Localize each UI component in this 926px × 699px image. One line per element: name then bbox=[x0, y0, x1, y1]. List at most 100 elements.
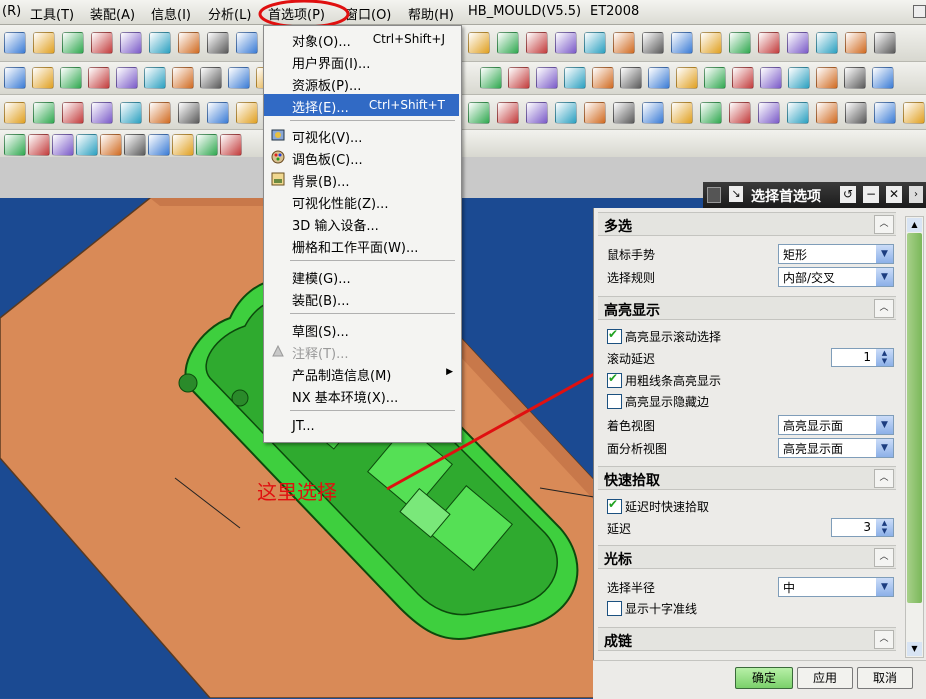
collapse-icon[interactable]: ︿ bbox=[874, 548, 894, 567]
section-title: 光标 bbox=[604, 552, 632, 568]
menu-item-jt[interactable]: JT... bbox=[264, 416, 459, 438]
menu-item-palette[interactable]: 调色板(C)... bbox=[264, 146, 459, 168]
preferences-menu: 对象(O)... Ctrl+Shift+J 用户界面(I)... 资源板(P).… bbox=[263, 25, 462, 443]
cancel-button[interactable]: 取消 bbox=[857, 667, 913, 689]
collapse-icon[interactable]: ︿ bbox=[874, 630, 894, 649]
menu-item-label: 3D 输入设备... bbox=[292, 219, 379, 234]
highlight-hidden-edges-label: 高亮显示隐藏边 bbox=[625, 395, 710, 409]
menu-item-visualization[interactable]: 可视化(V)... bbox=[264, 124, 459, 146]
scroll-right-icon[interactable]: › bbox=[909, 186, 923, 203]
select-radius-label: 选择半径 bbox=[607, 581, 656, 595]
menu-item-visual-performance[interactable]: 可视化性能(Z)... bbox=[264, 190, 459, 212]
qp-delay-spinner[interactable]: 3 ▲ ▼ bbox=[831, 518, 894, 537]
visualization-icon bbox=[270, 127, 286, 143]
menu-separator bbox=[290, 260, 455, 261]
menu-item-sketch[interactable]: 草图(S)... bbox=[264, 318, 459, 340]
face-analysis-select[interactable]: 高亮显示面 ▼ bbox=[778, 438, 894, 458]
section-chain[interactable]: 成链 ︿ bbox=[598, 627, 896, 651]
mouse-gesture-select[interactable]: 矩形 ▼ bbox=[778, 244, 894, 264]
menu-item-pmi[interactable]: 产品制造信息(M) ▶ bbox=[264, 362, 459, 384]
menu-item-label: 装配(B)... bbox=[292, 294, 350, 309]
face-analysis-label: 面分析视图 bbox=[607, 442, 668, 456]
section-multi-select[interactable]: 多选 ︿ bbox=[598, 212, 896, 236]
select-value: 内部/交叉 bbox=[783, 271, 836, 285]
menu-item-label: 可视化(V)... bbox=[292, 131, 363, 146]
menu-item-label: 注释(T)... bbox=[292, 347, 349, 362]
select-value: 矩形 bbox=[783, 248, 808, 262]
menu-item-selection[interactable]: 选择(E)... Ctrl+Shift+T bbox=[264, 94, 459, 116]
menu-item-label: 调色板(C)... bbox=[292, 153, 363, 168]
quick-pick-delay-checkbox[interactable] bbox=[607, 497, 622, 514]
qp-delay-label: 延迟 bbox=[607, 522, 632, 536]
crosshair-checkbox[interactable] bbox=[607, 601, 622, 616]
scrollbar-thumb[interactable] bbox=[907, 233, 922, 603]
menu-separator bbox=[290, 120, 455, 121]
menu-item-label: 可视化性能(Z)... bbox=[292, 197, 389, 212]
chevron-down-icon[interactable]: ▼ bbox=[876, 578, 893, 596]
minimize-icon[interactable]: − bbox=[863, 186, 879, 203]
section-quick-pick[interactable]: 快速拾取 ︿ bbox=[598, 466, 896, 490]
menu-separator bbox=[290, 410, 455, 411]
select-rule-select[interactable]: 内部/交叉 ▼ bbox=[778, 267, 894, 287]
spinner-arrows-icon[interactable]: ▲ ▼ bbox=[876, 349, 893, 366]
menu-item-label: 草图(S)... bbox=[292, 325, 349, 340]
crosshair-label: 显示十字准线 bbox=[625, 602, 698, 616]
menu-item-label: 产品制造信息(M) bbox=[292, 369, 392, 384]
menu-item-label: 用户界面(I)... bbox=[292, 57, 371, 72]
menu-item-label: 栅格和工作平面(W)... bbox=[292, 241, 419, 256]
highlight-rollover-label: 高亮显示滚动选择 bbox=[625, 330, 722, 344]
thick-highlight-checkbox[interactable] bbox=[607, 371, 622, 388]
reset-icon[interactable]: ↺ bbox=[840, 186, 856, 203]
section-title: 多选 bbox=[604, 219, 632, 235]
section-title: 成链 bbox=[604, 634, 632, 650]
highlight-rollover-checkbox[interactable] bbox=[607, 327, 622, 344]
pointer-icon: ↘ bbox=[729, 186, 743, 202]
select-radius-select[interactable]: 中 ▼ bbox=[778, 577, 894, 597]
rollover-delay-spinner[interactable]: 1 ▲ ▼ bbox=[831, 348, 894, 367]
section-highlight[interactable]: 高亮显示 ︿ bbox=[598, 296, 896, 320]
dialog-title: 选择首选项 bbox=[751, 189, 821, 205]
menu-item-object[interactable]: 对象(O)... Ctrl+Shift+J bbox=[264, 28, 459, 50]
scroll-up-icon[interactable]: ▲ bbox=[907, 218, 922, 232]
menu-item-3d-input[interactable]: 3D 输入设备... bbox=[264, 212, 459, 234]
menu-item-grid-workplane[interactable]: 栅格和工作平面(W)... bbox=[264, 234, 459, 256]
spinner-arrows-icon[interactable]: ▲ ▼ bbox=[876, 519, 893, 536]
menu-item-assemblies[interactable]: 装配(B)... bbox=[264, 287, 459, 309]
menu-item-nx-environment[interactable]: NX 基本环境(X)... bbox=[264, 384, 459, 406]
collapse-icon[interactable]: ︿ bbox=[874, 215, 894, 234]
menu-item-label: NX 基本环境(X)... bbox=[292, 391, 399, 406]
menu-item-palette-board[interactable]: 资源板(P)... bbox=[264, 72, 459, 94]
dialog-scrollbar[interactable]: ▲ ▼ bbox=[905, 216, 924, 658]
annotation-icon bbox=[270, 343, 286, 359]
chevron-down-icon[interactable]: ▼ bbox=[876, 268, 893, 286]
collapse-icon[interactable]: ︿ bbox=[874, 299, 894, 318]
close-icon[interactable]: ✕ bbox=[886, 186, 902, 203]
highlight-hidden-edges-checkbox[interactable] bbox=[607, 394, 622, 409]
menu-item-background[interactable]: 背景(B)... bbox=[264, 168, 459, 190]
dialog-title-bar[interactable]: ↘ 选择首选项 ↺ − ✕ › bbox=[703, 182, 926, 208]
thick-highlight-label: 用粗线条高亮显示 bbox=[625, 374, 722, 388]
select-value: 高亮显示面 bbox=[783, 419, 844, 433]
select-value: 中 bbox=[783, 581, 796, 595]
shaded-view-label: 着色视图 bbox=[607, 419, 656, 433]
quick-pick-delay-label: 延迟时快速拾取 bbox=[625, 500, 710, 514]
chevron-down-icon[interactable]: ▼ bbox=[876, 439, 893, 457]
apply-button[interactable]: 应用 bbox=[797, 667, 853, 689]
scroll-down-icon[interactable]: ▼ bbox=[907, 642, 922, 656]
dock-icon[interactable] bbox=[707, 187, 721, 203]
menu-item-label: 选择(E)... bbox=[292, 101, 349, 116]
section-title: 高亮显示 bbox=[604, 303, 660, 319]
ok-button[interactable]: 确定 bbox=[735, 667, 793, 689]
spinner-value: 1 bbox=[863, 350, 871, 364]
menu-item-label: 对象(O)... bbox=[292, 35, 351, 50]
mouse-gesture-label: 鼠标手势 bbox=[607, 248, 656, 262]
menu-item-label: 建模(G)... bbox=[292, 272, 351, 287]
section-cursor[interactable]: 光标 ︿ bbox=[598, 545, 896, 569]
menu-item-user-interface[interactable]: 用户界面(I)... bbox=[264, 50, 459, 72]
spinner-value: 3 bbox=[863, 520, 871, 534]
chevron-down-icon[interactable]: ▼ bbox=[876, 416, 893, 434]
collapse-icon[interactable]: ︿ bbox=[874, 469, 894, 488]
shaded-view-select[interactable]: 高亮显示面 ▼ bbox=[778, 415, 894, 435]
chevron-down-icon[interactable]: ▼ bbox=[876, 245, 893, 263]
menu-item-modeling[interactable]: 建模(G)... bbox=[264, 265, 459, 287]
